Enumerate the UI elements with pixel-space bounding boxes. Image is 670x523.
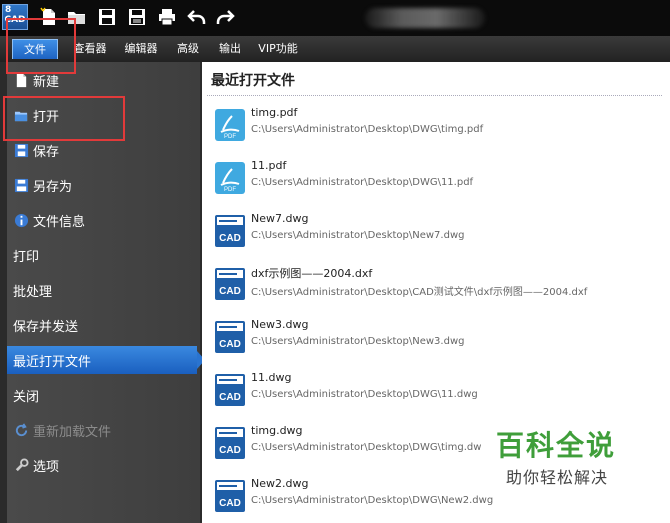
cad-icon-label: CAD <box>219 286 241 297</box>
sidebar-item-options[interactable]: 选项 <box>7 451 200 479</box>
file-name: dxf示例图——2004.dxf <box>251 267 373 280</box>
new-file-icon <box>13 72 29 88</box>
cad-file-icon: CAD <box>215 268 245 300</box>
save-as-icon <box>13 177 29 193</box>
file-name: 11.pdf <box>251 159 287 172</box>
file-path: C:\Users\Administrator\Desktop\DWG\timg.… <box>251 442 482 453</box>
pdf-icon-label: PDF <box>224 134 236 140</box>
watermark-subtitle: 助你轻松解决 <box>506 468 609 487</box>
watermark-title: 百科全说 <box>496 429 617 462</box>
save-icon <box>99 9 115 25</box>
save-as-icon <box>129 9 145 25</box>
cad-file-icon: CAD <box>215 480 245 512</box>
sidebar-item-label: 批处理 <box>13 284 53 300</box>
file-path: C:\Users\Administrator\Desktop\DWG\11.dw… <box>251 389 478 400</box>
recent-file-item[interactable]: CAD 11.dwg C:\Users\Administrator\Deskto… <box>212 367 662 417</box>
tab-viewer[interactable]: 查看器 <box>70 39 110 59</box>
sidebar-item-label: 选项 <box>33 459 60 475</box>
save-as-button[interactable] <box>126 6 148 28</box>
sidebar-item-label: 保存 <box>33 144 60 160</box>
pdf-file-icon: PDF <box>215 162 245 194</box>
recent-file-item[interactable]: CAD dxf示例图——2004.dxf C:\Users\Administra… <box>212 261 662 311</box>
title-bar: 8 CAD <box>0 0 670 36</box>
sidebar-item-label: 文件信息 <box>33 214 86 230</box>
sidebar-item-recent-files[interactable]: 最近打开文件 <box>7 346 205 374</box>
sidebar-item-label: 最近打开文件 <box>13 354 92 370</box>
file-name: timg.dwg <box>251 424 303 437</box>
cad-file-icon: CAD <box>215 321 245 353</box>
file-path: C:\Users\Administrator\Desktop\DWG\11.pd… <box>251 177 474 188</box>
cad-icon-label: CAD <box>219 339 241 350</box>
save-icon <box>13 142 29 158</box>
recent-file-item[interactable]: PDF 11.pdf C:\Users\Administrator\Deskto… <box>212 155 662 205</box>
sidebar-item-label: 另存为 <box>33 179 73 195</box>
sidebar-item-close[interactable]: 关闭 <box>7 381 200 409</box>
tab-editor[interactable]: 编辑器 <box>120 39 162 59</box>
file-name: New2.dwg <box>251 477 309 490</box>
highlight-box-open <box>3 96 125 141</box>
cad-file-icon: CAD <box>215 215 245 247</box>
tab-output[interactable]: 输出 <box>215 39 245 59</box>
sidebar-item-label: 关闭 <box>13 389 40 405</box>
tab-vip[interactable]: VIP功能 <box>255 39 301 59</box>
divider <box>207 95 662 96</box>
tab-advanced[interactable]: 高级 <box>173 39 203 59</box>
redo-icon <box>216 10 235 24</box>
undo-button[interactable] <box>186 6 208 28</box>
menu-bar: 文件 查看器 编辑器 高级 输出 VIP功能 <box>0 36 670 62</box>
info-icon <box>13 212 29 228</box>
sidebar-item-label: 保存并发送 <box>13 319 79 335</box>
sidebar-item-save-as[interactable]: 另存为 <box>7 171 200 199</box>
recent-file-item[interactable]: CAD New7.dwg C:\Users\Administrator\Desk… <box>212 208 662 258</box>
page-title: 最近打开文件 <box>211 73 295 89</box>
sidebar-item-print[interactable]: 打印 <box>7 241 200 269</box>
file-path: C:\Users\Administrator\Desktop\CAD测试文件\d… <box>251 287 588 298</box>
print-button[interactable] <box>156 6 178 28</box>
printer-icon <box>159 9 175 26</box>
cad-file-icon: CAD <box>215 374 245 406</box>
file-name: New3.dwg <box>251 318 309 331</box>
blurred-title <box>365 8 485 28</box>
cad-icon-label: CAD <box>219 233 241 244</box>
wrench-icon <box>13 457 29 473</box>
file-name: timg.pdf <box>251 106 298 119</box>
cad-icon-label: CAD <box>219 392 241 403</box>
highlight-box-file-tab <box>6 18 76 74</box>
recent-file-item[interactable]: CAD New3.dwg C:\Users\Administrator\Desk… <box>212 314 662 364</box>
cad-icon-label: CAD <box>219 498 241 509</box>
sidebar-item-label: 重新加载文件 <box>33 424 112 440</box>
sidebar-item-label: 打印 <box>13 249 40 265</box>
sidebar-item-file-info[interactable]: 文件信息 <box>7 206 200 234</box>
cad-icon-label: CAD <box>219 445 241 456</box>
sidebar-item-save-and-send[interactable]: 保存并发送 <box>7 311 200 339</box>
pdf-file-icon: PDF <box>215 109 245 141</box>
reload-icon <box>13 422 29 438</box>
file-path: C:\Users\Administrator\Desktop\New7.dwg <box>251 230 465 241</box>
file-name: New7.dwg <box>251 212 309 225</box>
watermark: 百科全说 助你轻松解决 <box>496 430 616 488</box>
app-logo-corner: 8 <box>5 5 12 15</box>
file-path: C:\Users\Administrator\Desktop\New3.dwg <box>251 336 465 347</box>
sidebar-item-batch[interactable]: 批处理 <box>7 276 200 304</box>
sidebar-item-reload[interactable]: 重新加载文件 <box>7 416 200 444</box>
file-path: C:\Users\Administrator\Desktop\DWG\New2.… <box>251 495 494 506</box>
recent-file-item[interactable]: PDF timg.pdf C:\Users\Administrator\Desk… <box>212 102 662 152</box>
cad-file-icon: CAD <box>215 427 245 459</box>
redo-button[interactable] <box>214 6 236 28</box>
file-name: 11.dwg <box>251 371 292 384</box>
save-button[interactable] <box>96 6 118 28</box>
file-path: C:\Users\Administrator\Desktop\DWG\timg.… <box>251 124 484 135</box>
pdf-icon-label: PDF <box>224 187 236 193</box>
undo-icon <box>187 10 206 24</box>
